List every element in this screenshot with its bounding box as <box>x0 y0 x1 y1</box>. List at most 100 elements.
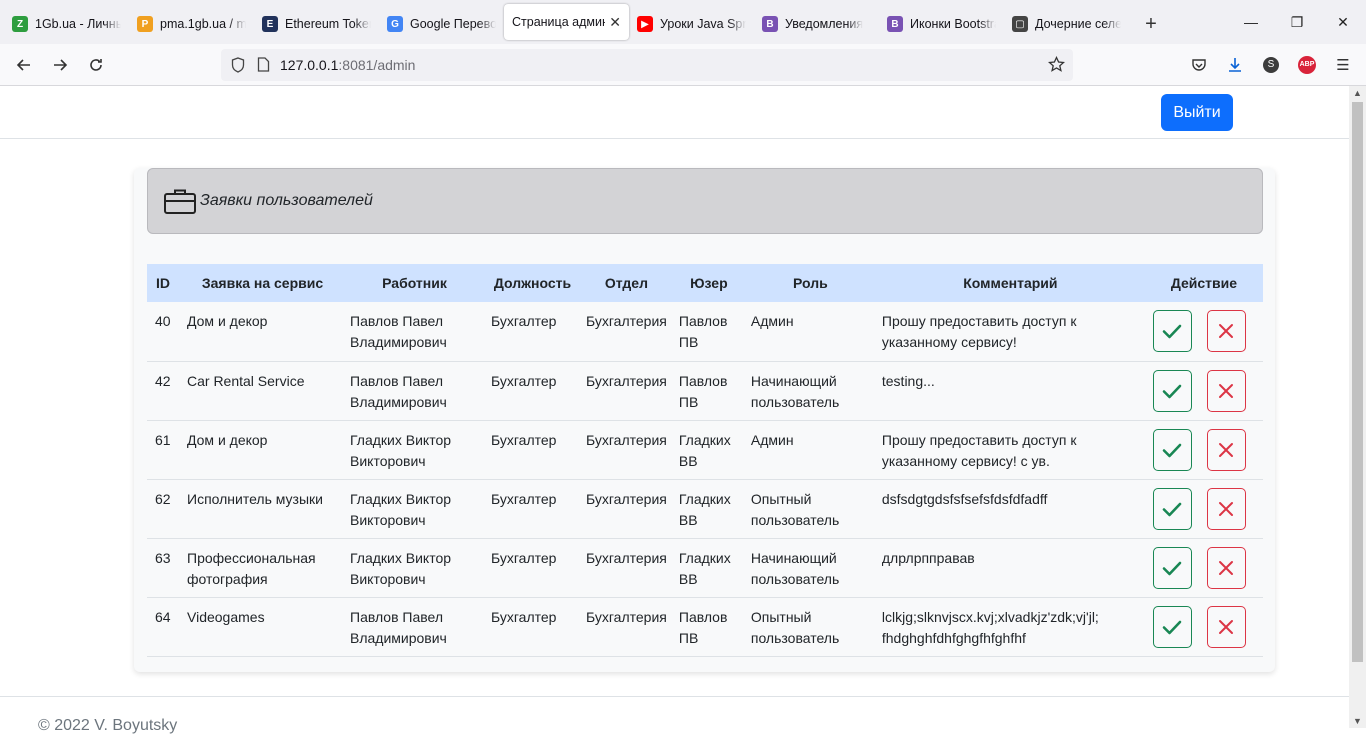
forward-arrow-icon[interactable] <box>42 49 78 81</box>
approve-button[interactable] <box>1152 546 1192 589</box>
cell-service: Videogames <box>187 608 265 625</box>
logout-button[interactable]: Выйти <box>1161 94 1233 131</box>
tab-title: Уроки Java Spri <box>660 17 746 31</box>
cell-position: Бухгалтер <box>491 490 557 507</box>
cell-comment: длрлрпправав <box>881 549 975 566</box>
close-tab-icon[interactable]: ✕ <box>609 14 621 31</box>
cell-role: Админ <box>750 313 794 329</box>
check-icon <box>1163 620 1182 634</box>
reject-button[interactable] <box>1206 487 1246 530</box>
download-icon[interactable] <box>1220 50 1250 80</box>
pocket-icon[interactable] <box>1184 50 1214 80</box>
page-scrollbar[interactable]: ▲ ▼ <box>1349 86 1366 728</box>
cell-dept: Бухгалтерия <box>586 608 667 625</box>
col-service: Заявка на сервис <box>201 275 324 291</box>
x-icon <box>1219 619 1234 634</box>
browser-tab[interactable]: E Ethereum Token <box>254 4 379 44</box>
x-icon <box>1219 442 1234 457</box>
table-row: 64 Videogames Павлов Павел Владимирович Бух… <box>147 597 1263 656</box>
cell-comment: Прошу предоставить доступ к указанному с… <box>881 431 1077 469</box>
shield-icon[interactable] <box>231 56 245 73</box>
restore-icon[interactable]: ❐ <box>1274 0 1320 44</box>
cell-actions <box>1145 420 1263 479</box>
browser-tab[interactable]: ▢ Дочерние селе <box>1004 4 1129 44</box>
cell-id: 62 <box>155 490 171 507</box>
col-position: Должность <box>493 275 572 291</box>
cell-position: Бухгалтер <box>491 431 557 448</box>
youtube-icon: ▶ <box>637 16 653 32</box>
cell-id: 63 <box>155 549 171 566</box>
cell-dept: Бухгалтерия <box>586 549 667 566</box>
browser-tab[interactable]: G Google Перевод <box>379 4 504 44</box>
check-icon <box>1163 324 1182 339</box>
check-icon <box>1163 384 1182 398</box>
cell-role: Начинающий пользователь <box>750 549 840 587</box>
approve-button[interactable] <box>1152 428 1192 471</box>
approve-button[interactable] <box>1152 369 1192 412</box>
adblock-icon[interactable]: ABP <box>1292 50 1322 80</box>
browser-tab-strip: Z 1Gb.ua - Личны Ppma.1gb.ua / m E Ethereum … <box>0 0 1366 44</box>
cell-service: Профессиональная фотография <box>187 549 316 587</box>
browser-tab[interactable]: B Уведомления <box>754 4 879 44</box>
browser-tab[interactable]: Z 1Gb.ua - Личны <box>4 4 129 44</box>
reject-button[interactable] <box>1206 605 1246 648</box>
pma-favicon-icon: P <box>137 16 153 32</box>
approve-button[interactable] <box>1152 310 1192 352</box>
reject-button[interactable] <box>1206 310 1246 352</box>
url-path: :8081/admin <box>338 56 416 73</box>
scroll-down-icon[interactable]: ▼ <box>1353 716 1362 726</box>
menu-hamburger-icon[interactable]: ☰ <box>1328 50 1358 80</box>
1gb-favicon-icon: Z <box>12 16 28 32</box>
bookmark-star-icon[interactable] <box>1048 56 1065 73</box>
browser-tab[interactable]: Ppma.1gb.ua / m <box>129 4 254 44</box>
cell-user: Павлов ПВ <box>678 372 728 410</box>
window-controls: — ❐ ✕ <box>1228 0 1366 44</box>
minimize-icon[interactable]: — <box>1228 0 1274 44</box>
tab-title: Google Перевод <box>410 17 496 31</box>
close-window-icon[interactable]: ✕ <box>1320 0 1366 44</box>
card-header: Заявки пользователей <box>147 168 1263 234</box>
cell-comment: dsfsdgtgdsfsfsefsfdsfdfadff <box>881 490 1048 507</box>
cell-actions <box>1145 479 1263 538</box>
cell-worker: Гладких Виктор Викторович <box>350 549 452 587</box>
cell-user: Гладких ВВ <box>678 549 731 587</box>
browser-tab[interactable]: B Иконки Bootstra <box>879 4 1004 44</box>
approve-button[interactable] <box>1152 487 1192 530</box>
reject-button[interactable] <box>1206 428 1246 471</box>
browser-tab[interactable]: Страница админ ✕ <box>504 4 629 40</box>
reject-button[interactable] <box>1206 546 1246 589</box>
table-row: 42 Car Rental Service Павлов Павел Владими… <box>147 361 1263 420</box>
tab-title: Дочерние селе <box>1035 17 1121 31</box>
col-comment: Комментарий <box>963 275 1058 291</box>
comment-icon: ▢ <box>1012 16 1028 32</box>
scrollbar-thumb[interactable] <box>1352 102 1363 662</box>
col-role: Роль <box>793 275 828 291</box>
table-row: 61 Дом и декор Гладких Виктор Викторович Бу… <box>147 420 1263 479</box>
cell-service: Исполнитель музыки <box>187 490 323 507</box>
approve-button[interactable] <box>1152 605 1192 648</box>
browser-tab[interactable]: ▶ Уроки Java Spri <box>629 4 754 44</box>
check-icon <box>1163 443 1182 457</box>
cell-id: 40 <box>155 313 171 329</box>
reject-button[interactable] <box>1206 369 1246 412</box>
reload-icon[interactable] <box>78 49 114 81</box>
briefcase-icon <box>164 188 196 214</box>
new-tab-button[interactable]: + <box>1135 4 1167 44</box>
cell-worker: Павлов Павел Владимирович <box>350 372 447 410</box>
x-icon <box>1219 324 1234 338</box>
cell-worker: Павлов Павел Владимирович <box>350 608 447 646</box>
etherscan-favicon-icon: E <box>262 16 278 32</box>
cell-role: Начинающий пользователь <box>750 372 840 410</box>
cell-user: Гладких ВВ <box>678 490 731 528</box>
cell-id: 64 <box>155 608 171 625</box>
page-content: Выйти Заявки пользователей ID Заявка на … <box>0 86 1349 734</box>
address-bar[interactable]: 127.0.0.1:8081/admin <box>221 48 1073 81</box>
scroll-up-icon[interactable]: ▲ <box>1353 88 1362 98</box>
tab-title: Ethereum Token <box>285 17 371 31</box>
url-host: 127.0.0.1 <box>280 56 339 73</box>
profile-extension-icon[interactable]: S <box>1256 50 1286 80</box>
back-arrow-icon[interactable] <box>6 49 42 81</box>
cell-position: Бухгалтер <box>491 313 557 329</box>
table-body: 40 Дом и декор Павлов Павел Владимирович Бу… <box>147 302 1263 656</box>
x-icon <box>1219 560 1234 575</box>
